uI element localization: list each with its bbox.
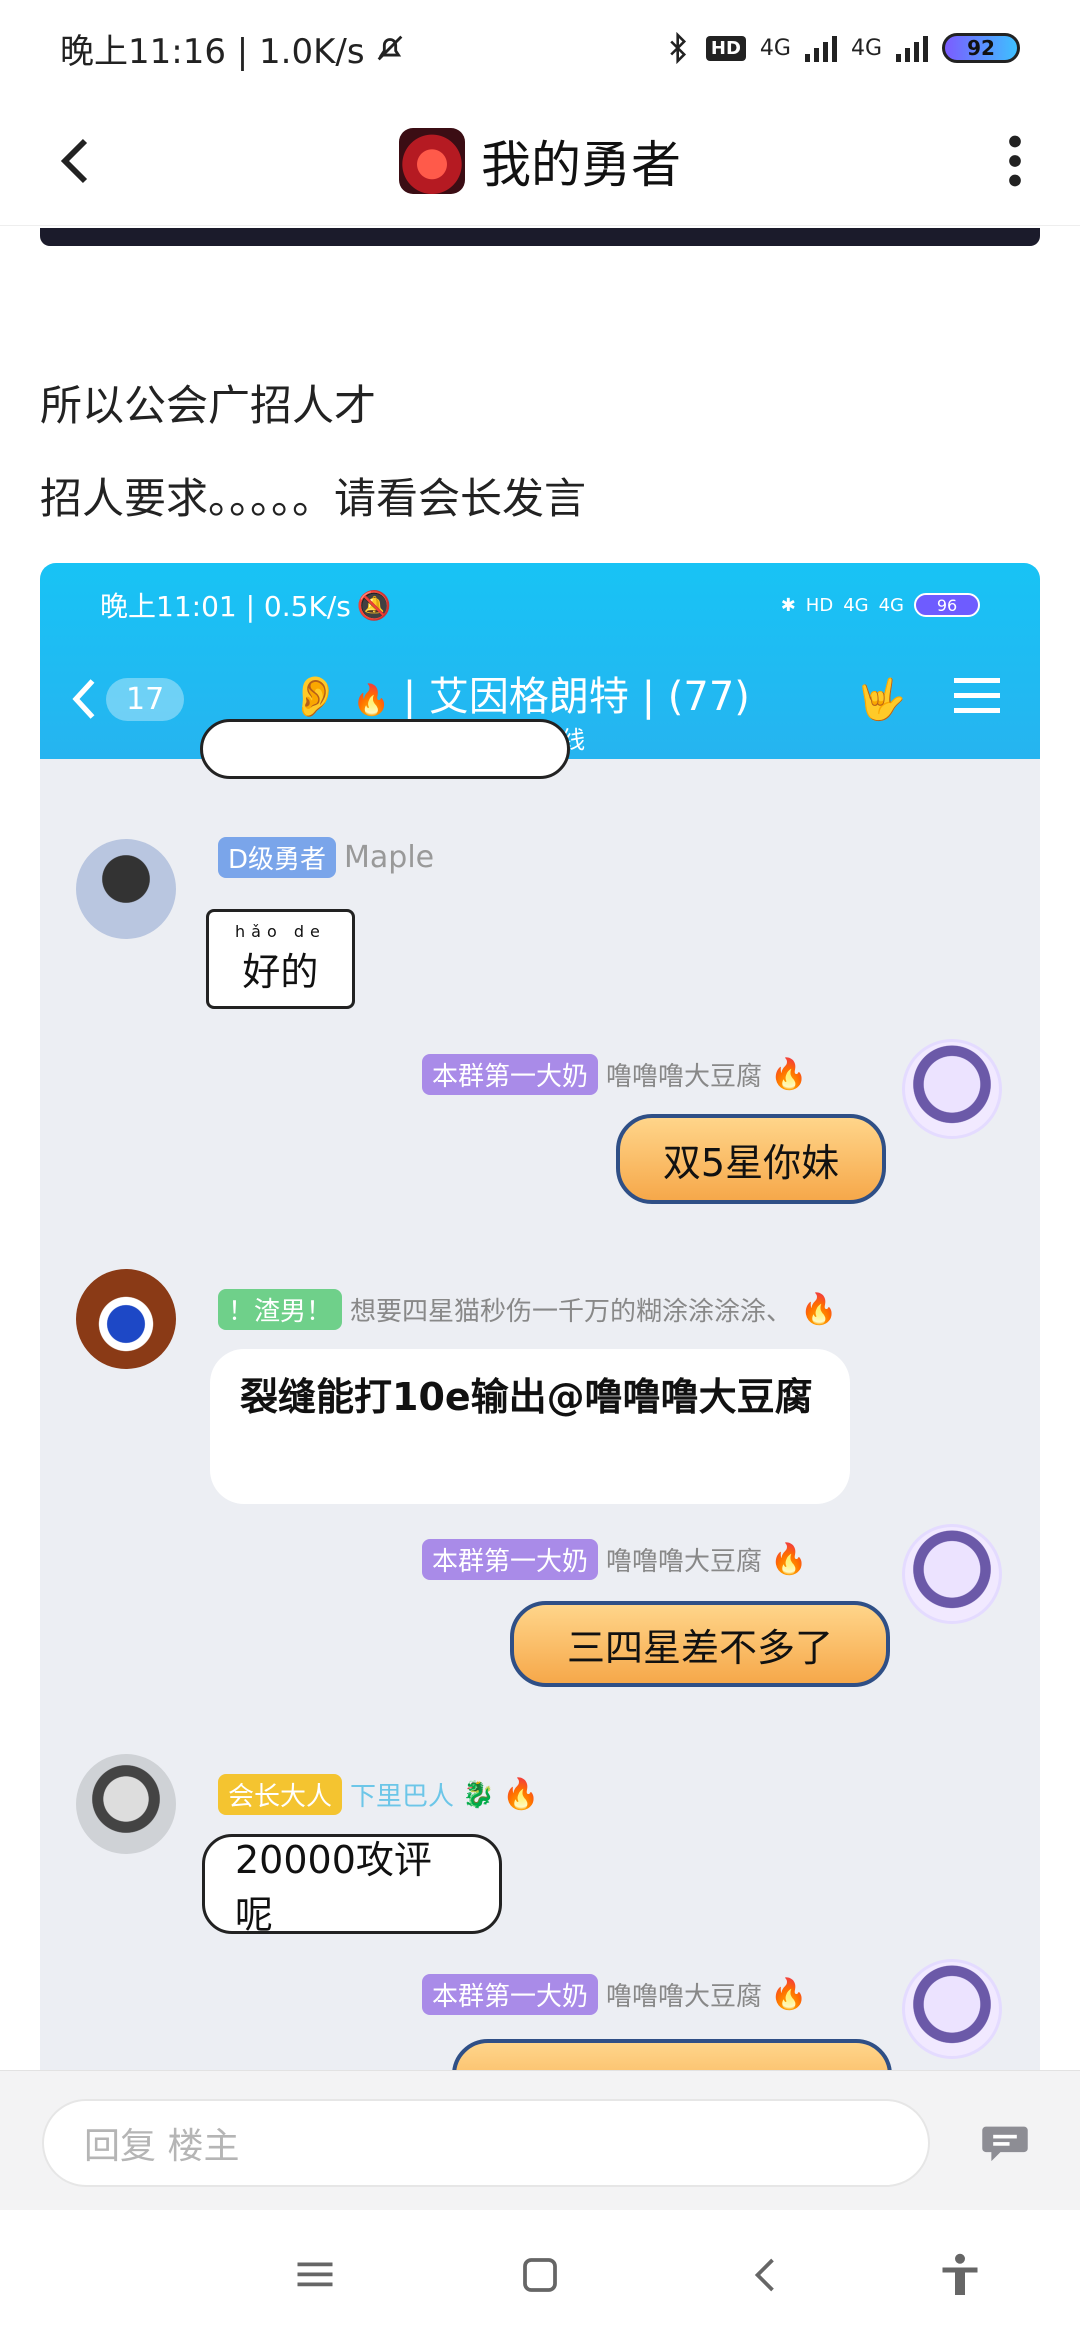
message-text: 好的 [242, 950, 319, 994]
back-button[interactable] [40, 126, 110, 196]
network-type-2: 4G [850, 35, 882, 61]
accessibility-icon[interactable] [935, 2250, 985, 2300]
fire-icon: 🔥 [770, 1057, 808, 1092]
rank-badge: 本群第一大奶 [422, 1974, 599, 2015]
status-bar: 晚上11:16 | 1.0K/s HD 4G 4G 92 [0, 0, 1080, 96]
mute-bell-icon [377, 35, 402, 61]
bluetooth-icon [670, 32, 686, 64]
rank-badge: D级勇者 [218, 837, 337, 878]
hd-badge: HD [705, 35, 746, 61]
ear-icon: 👂 [290, 674, 340, 720]
embedded-back-icon [72, 679, 95, 719]
sender-line: 本群第一大奶 噜噜噜大豆腐 🔥 [422, 1054, 807, 1095]
avatar [76, 1269, 176, 1369]
app-header: 我的勇者 [0, 96, 1080, 226]
group-title: 👂 🔥 | 艾因格朗特 | (77) [290, 674, 750, 720]
more-button[interactable] [980, 126, 1050, 196]
embedded-battery-icon: 96 [914, 593, 980, 617]
message-bubble: hǎo de 好的 [206, 909, 355, 1009]
reply-input[interactable]: 回复 楼主 [42, 2099, 930, 2187]
sender-line: D级勇者 Maple [218, 837, 434, 878]
message-text: 三四星差不多了 [566, 1625, 833, 1670]
message-text: 双5星你妹 [662, 1140, 840, 1185]
embedded-back-button: 17 [70, 676, 185, 722]
embedded-mute-icon: 🔕 [356, 588, 392, 622]
cut-off-bubble [200, 719, 570, 779]
system-navigation-bar [0, 2210, 1080, 2340]
fire-icon: 🔥 [800, 1292, 838, 1327]
fire-icon: 🔥 [502, 1777, 540, 1812]
reply-bar: 回复 楼主 [0, 2070, 1080, 2210]
rank-badge: ！渣男！ [218, 1289, 343, 1330]
chat-messages: D级勇者 Maple hǎo de 好的 本群第一大奶 噜噜噜大豆腐 🔥 双5星… [40, 719, 1040, 2083]
post-text-line-1: 所以公会广招人才 [40, 381, 377, 430]
unread-count-badge: 17 [106, 677, 185, 721]
embedded-bluetooth-icon: ✱ [780, 594, 796, 616]
sender-line: 会长大人 下里巴人 🐉 🔥 [218, 1774, 540, 1815]
page-title: 我的勇者 [481, 135, 681, 194]
sender-line: ！渣男！ 想要四星猫秒伤一千万的糊涂涂涂涂、 🔥 [218, 1289, 837, 1330]
battery-icon: 92 [942, 33, 1020, 63]
network-type-1: 4G [759, 35, 791, 61]
back-nav-icon[interactable] [740, 2250, 790, 2300]
avatar [902, 1524, 1002, 1624]
embedded-screenshot[interactable]: 晚上11:01 | 0.5K/s 🔕 ✱ HD 4G 4G 96 17 👂 🔥 … [40, 563, 1040, 2083]
rank-badge: 本群第一大奶 [422, 1539, 599, 1580]
sender-name: 想要四星猫秒伤一千万的糊涂涂涂涂、 [350, 1297, 793, 1327]
fire-icon: 🔥 [770, 1542, 808, 1577]
rank-badge: 会长大人 [218, 1774, 343, 1815]
sender-name: 噜噜噜大豆腐 [606, 1547, 763, 1577]
embedded-hd-badge: HD [805, 594, 834, 616]
sender-name: Maple [344, 840, 435, 875]
message-bubble: 20000攻评呢 [202, 1834, 502, 1937]
message-bubble: 双5星你妹 [616, 1114, 886, 1204]
message-bubble: 三四星差不多了 [510, 1601, 890, 1687]
post-text-line-2: 招人要求。。。。。请看会长发言 [40, 474, 587, 523]
home-icon[interactable] [515, 2250, 565, 2300]
more-vertical-icon [1009, 135, 1021, 187]
sender-name: 下里巴人 [350, 1782, 455, 1812]
avatar [76, 1754, 176, 1854]
back-arrow-icon [60, 138, 88, 184]
pinyin-text: hǎo de [235, 922, 326, 941]
fire-icon: 🔥 [352, 683, 390, 718]
embedded-network-type-2: 4G [878, 594, 904, 616]
sender-name: 噜噜噜大豆腐 [606, 1982, 763, 2012]
sender-line: 本群第一大奶 噜噜噜大豆腐 🔥 [422, 1539, 807, 1580]
message-bubble: 裂缝能打10e输出@噜噜噜大豆腐 [210, 1349, 850, 1504]
avatar [76, 839, 176, 939]
sender-line: 本群第一大奶 噜噜噜大豆腐 🔥 [422, 1974, 807, 2015]
dragon-icon: 🐉 [462, 1779, 495, 1810]
menu-icon [954, 678, 1000, 713]
message-text: 裂缝能打10e输出@噜噜噜大豆腐 [240, 1375, 813, 1419]
avatar [902, 1959, 1002, 2059]
signal-icon [804, 34, 837, 62]
signal-icon-2 [896, 34, 928, 62]
comment-icon[interactable] [980, 2123, 1030, 2163]
fire-icon: 🔥 [770, 1977, 808, 2012]
recent-apps-icon[interactable] [290, 2250, 340, 2300]
avatar [902, 1039, 1002, 1139]
previous-image-edge [40, 228, 1040, 246]
embedded-status-time: 晚上11:01 | 0.5K/s [100, 590, 351, 623]
embedded-network-type-1: 4G [843, 594, 869, 616]
sender-name: 噜噜噜大豆腐 [606, 1062, 763, 1092]
game-icon [399, 127, 465, 194]
message-text: 20000攻评呢 [235, 1838, 432, 1937]
rock-hand-icon: 🤟 [856, 677, 906, 723]
rank-badge: 本群第一大奶 [422, 1054, 599, 1095]
status-time: 晚上11:16 | 1.0K/s [60, 31, 365, 72]
